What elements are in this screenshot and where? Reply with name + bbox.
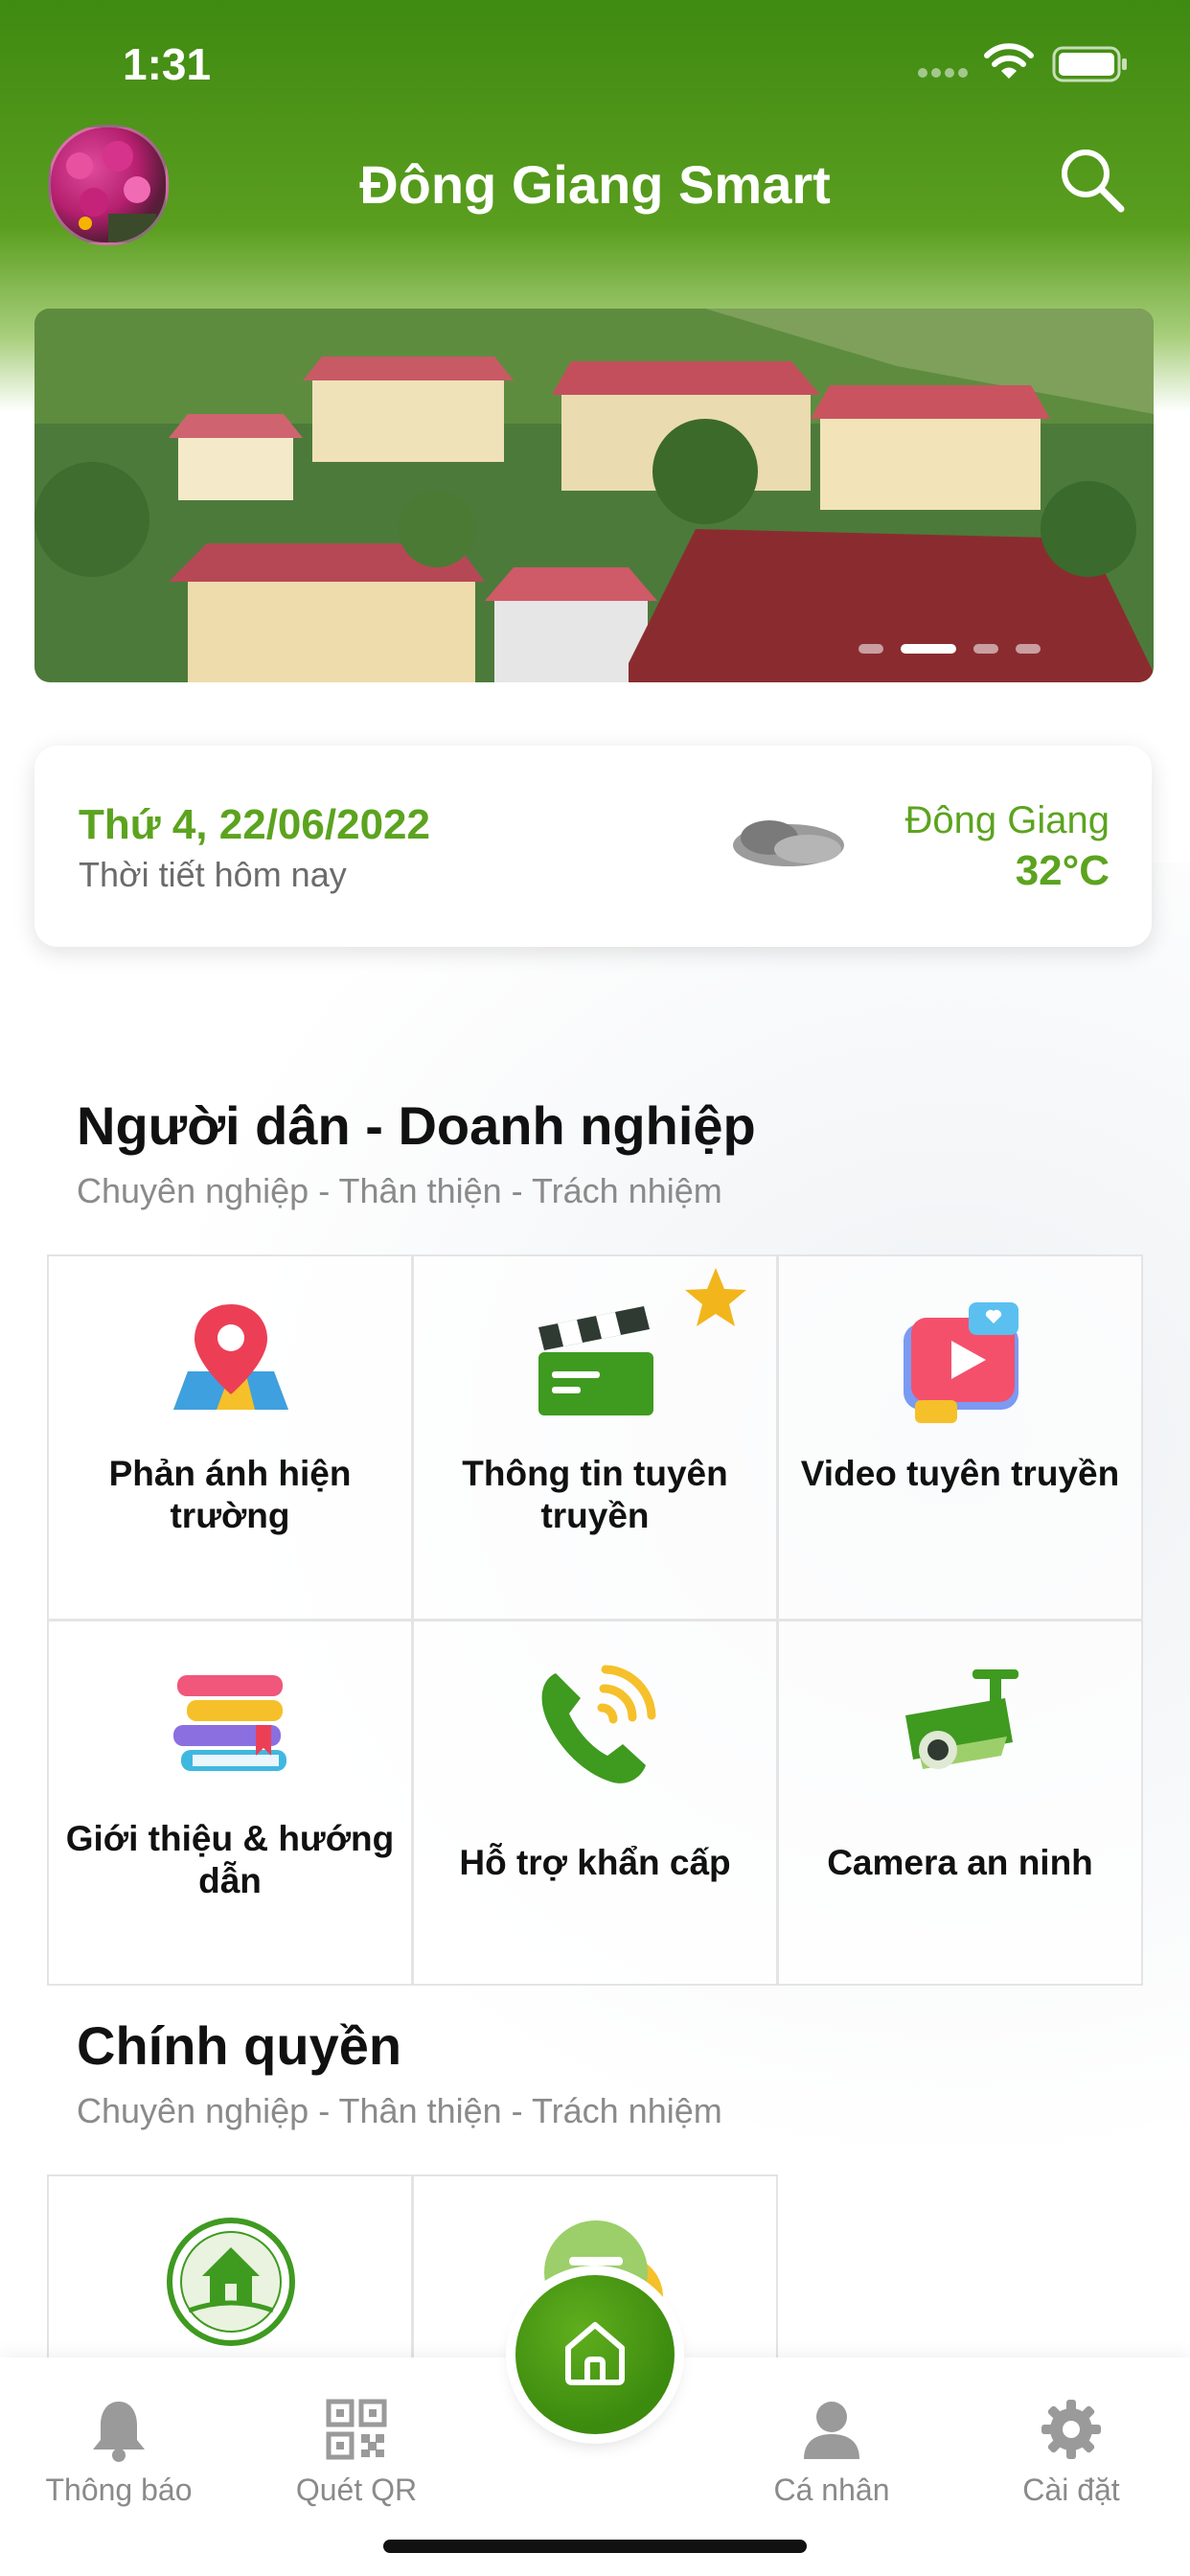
tile-label: Giới thiệu & hướng dẫn <box>65 1819 395 1900</box>
video-play-icon <box>904 1302 1018 1423</box>
section-title-government: Chính quyền <box>77 2015 402 2076</box>
nav-notifications[interactable]: Thông báo <box>23 2396 215 2508</box>
clapperboard-icon <box>538 1306 653 1415</box>
phone-call-icon <box>541 1665 656 1783</box>
home-button[interactable] <box>515 2275 675 2434</box>
weather-subtitle: Thời tiết hôm nay <box>79 855 347 894</box>
tile-emergency-support[interactable]: Hỗ trợ khẩn cấp <box>412 1620 778 1986</box>
gear-icon <box>1041 2400 1101 2459</box>
person-icon <box>804 2402 859 2459</box>
status-time: 1:31 <box>123 39 212 89</box>
map-pin-icon <box>173 1304 288 1410</box>
wifi-icon <box>984 43 1034 79</box>
carousel-dot[interactable] <box>1016 644 1041 654</box>
tile-label: Video tuyên truyền <box>800 1454 1120 1493</box>
weather-card[interactable]: Thứ 4, 22/06/2022 Thời tiết hôm nay Đông… <box>34 746 1152 947</box>
carousel-dot[interactable] <box>858 644 883 654</box>
tile-security-camera[interactable]: Camera an ninh <box>777 1620 1143 1986</box>
weather-date: Thứ 4, 22/06/2022 <box>79 801 430 848</box>
nav-personal[interactable]: Cá nhân <box>736 2396 927 2508</box>
carousel-dot-active[interactable] <box>901 644 956 654</box>
star-icon <box>685 1268 746 1326</box>
section-subtitle-citizens: Chuyên nghiệp - Thân thiện - Trách nhiệm <box>77 1171 722 1210</box>
status-bar: 1:31 <box>0 0 1190 115</box>
qr-code-icon <box>326 2399 387 2460</box>
section-title-citizens: Người dân - Doanh nghiệp <box>77 1095 756 1156</box>
carousel-dot[interactable] <box>973 644 998 654</box>
cellular-signal-icon <box>918 68 968 78</box>
search-button[interactable] <box>1054 142 1131 218</box>
weather-temperature: 32°C <box>1015 847 1110 894</box>
nav-label: Cá nhân <box>773 2472 890 2507</box>
banner-carousel[interactable] <box>34 309 1154 682</box>
nav-settings[interactable]: Cài đặt <box>975 2396 1167 2508</box>
search-icon <box>1062 150 1125 213</box>
tile-propaganda-info[interactable]: Thông tin tuyên truyền <box>412 1254 778 1621</box>
government-seal-icon <box>167 2218 295 2346</box>
nav-scan-qr[interactable]: Quét QR <box>261 2396 452 2508</box>
section-subtitle-government: Chuyên nghiệp - Thân thiện - Trách nhiệm <box>77 2091 722 2130</box>
carousel-indicator[interactable] <box>858 644 1041 654</box>
weather-location: Đông Giang <box>904 799 1110 841</box>
nav-label: Quét QR <box>295 2472 418 2507</box>
tile-report-scene[interactable]: Phản ánh hiện trường <box>47 1254 413 1621</box>
tile-label: Hỗ trợ khẩn cấp <box>459 1843 731 1882</box>
home-indicator <box>383 2540 807 2553</box>
banner-image <box>34 309 1154 682</box>
tile-label: Camera an ninh <box>827 1843 1093 1882</box>
nav-label: Thông báo <box>45 2472 193 2507</box>
tile-intro-guide[interactable]: Giới thiệu & hướng dẫn <box>47 1620 413 1986</box>
cloud-icon <box>733 820 844 866</box>
bell-icon <box>93 2402 145 2462</box>
tile-label: Phản ánh hiện trường <box>108 1454 352 1535</box>
tile-propaganda-video[interactable]: Video tuyên truyền <box>777 1254 1143 1621</box>
security-camera-icon <box>905 1669 1018 1769</box>
citizen-services-grid: Phản ánh hiện trường Thông tin tuyên tru… <box>47 1254 1143 1986</box>
nav-label: Cài đặt <box>1022 2472 1120 2507</box>
tile-label: Thông tin tuyên truyền <box>462 1454 728 1535</box>
home-icon <box>565 2322 625 2385</box>
books-icon <box>173 1675 286 1771</box>
battery-icon <box>1052 46 1127 82</box>
app-title: Đông Giang Smart <box>359 154 831 215</box>
